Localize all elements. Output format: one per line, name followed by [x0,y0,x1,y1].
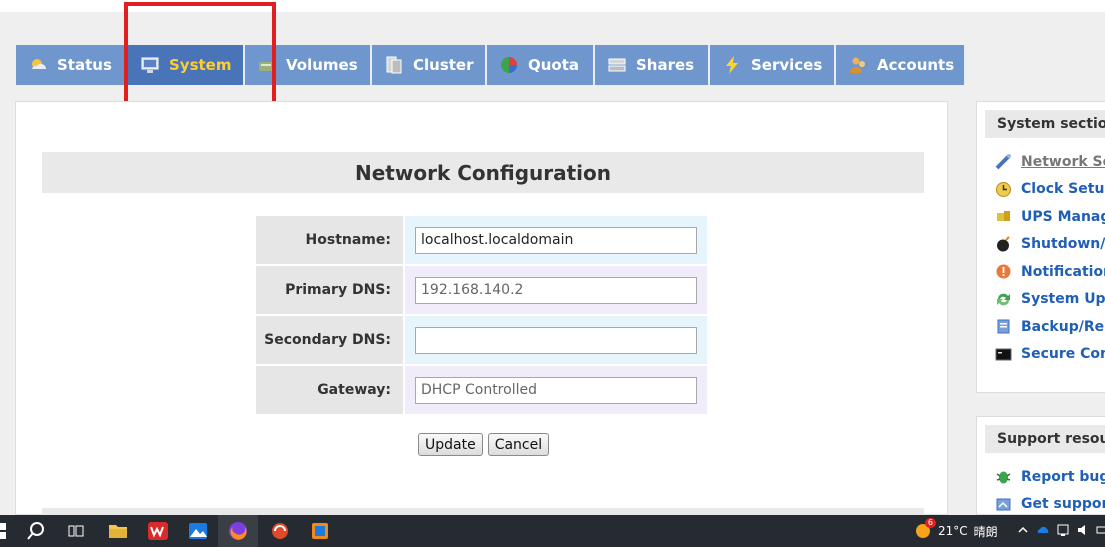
tab-system[interactable]: System [128,45,245,85]
network-form: Hostname: Primary DNS: Secondary DNS: Ga… [256,216,707,416]
photos-app-icon[interactable] [178,515,218,547]
hostname-label: Hostname: [256,216,403,264]
update-button[interactable]: Update [418,433,483,456]
tab-accounts[interactable]: Accounts [836,45,966,85]
support-section-title: Support resou [985,425,1105,453]
top-strip [0,0,1105,12]
form-row-hostname: Hostname: [256,216,707,264]
shares-icon [607,55,627,75]
weather-badge: 6 [924,518,936,528]
sidebar-item-notification[interactable]: Notification [977,258,1105,286]
sidebar-item-ups[interactable]: UPS Manag [977,203,1105,231]
tab-quota[interactable]: Quota [487,45,595,85]
update-icon [995,291,1012,308]
backup-icon [995,318,1012,335]
clock-icon [995,181,1012,198]
chevron-up-icon[interactable] [1016,522,1030,541]
shutdown-icon [995,236,1012,253]
sidebar-item-network[interactable]: Network Se [977,148,1105,176]
virtual-machine-icon[interactable] [260,515,300,547]
file-explorer-icon[interactable] [98,515,138,547]
services-icon [722,55,742,75]
taskbar: 6 21°C 晴朗 [0,515,1105,547]
tab-cluster[interactable]: Cluster [372,45,487,85]
primary-dns-input[interactable] [415,276,697,304]
form-buttons: Update Cancel [418,433,550,456]
volumes-icon [257,55,277,75]
bug-icon [995,468,1012,485]
onedrive-icon[interactable] [1036,522,1050,541]
firefox-icon[interactable] [218,515,258,547]
ups-icon [995,208,1012,225]
search-icon[interactable] [16,515,56,547]
console-icon [995,346,1012,363]
system-section-panel: System section Network Se Clock Setup UP… [976,101,1105,393]
primary-dns-label: Primary DNS: [256,266,403,314]
windows-start-button[interactable] [0,515,12,547]
hostname-input[interactable] [415,226,697,254]
sidebar-item-backup[interactable]: Backup/Re [977,313,1105,341]
sidebar-item-system-update[interactable]: System Upd [977,286,1105,314]
form-row-primary-dns: Primary DNS: [256,266,707,314]
task-view-icon[interactable] [56,515,96,547]
notification-icon [995,263,1012,280]
accounts-icon [848,55,868,75]
speaker-icon[interactable] [1076,522,1090,541]
system-icon [140,55,160,75]
secondary-dns-label: Secondary DNS: [256,316,403,364]
sidebar-item-get-support[interactable]: Get support [977,491,1105,519]
cancel-button[interactable]: Cancel [487,433,550,456]
secondary-dns-input[interactable] [415,326,697,354]
network-icon [995,153,1012,170]
gateway-label: Gateway: [256,366,403,414]
sidebar-item-clock[interactable]: Clock Setup [977,176,1105,204]
form-row-gateway: Gateway: [256,366,707,414]
form-row-secondary-dns: Secondary DNS: [256,316,707,364]
quota-icon [499,55,519,75]
support-section-panel: Support resou Report bug Get support [976,416,1105,515]
weather-sun-icon: 6 [914,518,936,540]
tab-shares[interactable]: Shares [595,45,710,85]
weather-widget[interactable]: 6 21°C 晴朗 [914,515,998,547]
main-tab-bar: Status System Volumes Cluster Quota Shar… [16,45,966,85]
cluster-icon [384,55,404,75]
remote-desktop-icon[interactable] [300,515,340,547]
tab-volumes[interactable]: Volumes [245,45,372,85]
sidebar-item-secure-console[interactable]: Secure Con [977,341,1105,369]
sidebar-item-shutdown[interactable]: Shutdown/ [977,231,1105,259]
system-section-title: System section [985,110,1105,138]
network-tray-icon[interactable] [1056,522,1070,541]
gateway-input[interactable] [415,376,697,404]
main-panel: Network Configuration Hostname: Primary … [15,101,948,516]
weather-temperature: 21°C [938,524,968,538]
system-tray [1016,515,1105,547]
support-icon [995,496,1012,513]
sidebar-item-report-bug[interactable]: Report bug [977,463,1105,491]
tab-services[interactable]: Services [710,45,836,85]
status-icon [28,55,48,75]
weather-description: 晴朗 [973,524,998,539]
page-title: Network Configuration [42,152,924,193]
battery-icon[interactable] [1096,522,1105,541]
wps-office-icon[interactable] [138,515,178,547]
tab-status[interactable]: Status [16,45,128,85]
